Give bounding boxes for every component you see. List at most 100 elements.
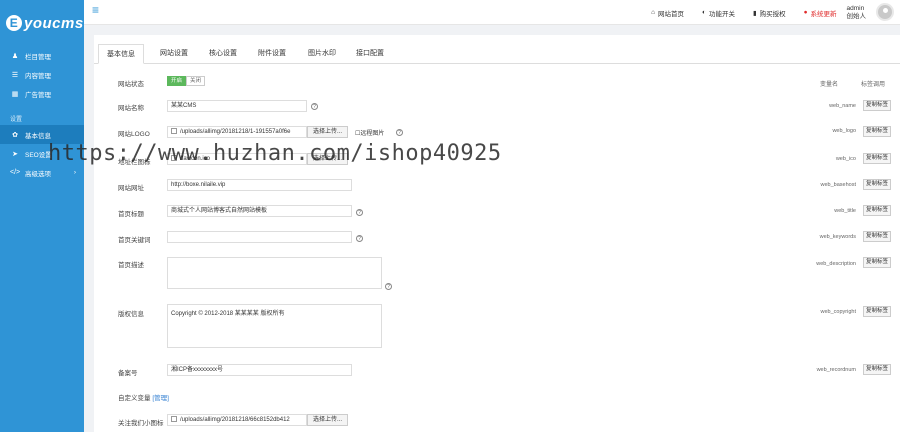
tab-attachment-settings[interactable]: 附件设置 [250, 44, 294, 64]
site-status-switch[interactable]: 开启 关闭 [167, 76, 206, 86]
tab-watermark[interactable]: 图片水印 [300, 44, 344, 64]
var-description: web_description [816, 261, 856, 267]
tab-bar: 基本信息 网站设置 核心设置 附件设置 图片水印 接口配置 [94, 44, 900, 64]
site-name-input[interactable]: 某某CMS [167, 100, 307, 112]
copy-tag-button[interactable]: 复制标签 [863, 205, 891, 216]
site-url-label: 网站网址 [118, 185, 144, 192]
var-recordnum: web_recordnum [816, 367, 856, 373]
var-copyright: web_copyright [820, 309, 856, 315]
copy-tag-button[interactable]: 复制标签 [863, 306, 891, 317]
sidebar-item-advanced[interactable]: </> 高级选项 › [0, 163, 84, 182]
sitemap-icon: ♟ [11, 52, 19, 60]
help-icon[interactable]: ? [396, 129, 403, 136]
copyright-label: 版权信息 [118, 311, 144, 318]
file-icon [171, 155, 177, 161]
remote-image-label: 远程图片 [360, 131, 385, 137]
sidebar-nav: ♟ 栏目管理 ☰ 内容管理 ▦ 广告管理 设置 ✿ 基本信息 ➤ SEO设置 </> 高级选… [0, 46, 84, 182]
custom-vars-label: 自定义变量 [管理] [118, 392, 169, 402]
user-role: 创始人 [846, 12, 867, 20]
site-logo-input[interactable]: /uploads/allimg/20181218/1-191557a0f6e [167, 126, 307, 138]
call-column-header: 标签调用 [861, 82, 886, 88]
copy-tag-button[interactable]: 复制标签 [863, 126, 891, 137]
brand-logo[interactable]: E youcms [0, 0, 84, 46]
sidebar-item-ads[interactable]: ▦ 广告管理 [0, 84, 84, 103]
site-ico-input[interactable]: /favicon.ico [167, 153, 307, 165]
list-icon: ☰ [11, 71, 19, 79]
home-description-textarea[interactable] [167, 257, 382, 289]
top-links: ⌂ 网站首页 ◐ 功能开关 ▮ 购买授权 ● 系统更新 admin 创始人 [651, 0, 866, 25]
file-icon [171, 416, 177, 422]
var-keywords: web_keywords [819, 234, 856, 240]
home-keywords-input[interactable] [167, 231, 352, 243]
help-icon[interactable]: ? [356, 235, 363, 242]
sidebar-item-column[interactable]: ♟ 栏目管理 [0, 46, 84, 65]
help-icon[interactable]: ? [311, 103, 318, 110]
copy-tag-button[interactable]: 复制标签 [863, 364, 891, 375]
copy-tag-button[interactable]: 复制标签 [863, 231, 891, 242]
sidebar-item-label: 高级选项 [25, 170, 51, 178]
site-logo-label: 网站LOGO [118, 131, 150, 138]
system-update-label: 系统更新 [810, 10, 837, 18]
home-link-label: 网站首页 [658, 10, 685, 18]
user-info[interactable]: admin 创始人 [847, 5, 867, 21]
sidebar-section-title: 设置 [10, 116, 23, 123]
home-icon: ⌂ [651, 9, 656, 16]
ico-upload-button[interactable]: 选择上传... [307, 153, 349, 165]
chevron-right-icon: › [73, 169, 76, 176]
sidebar-item-seo[interactable]: ➤ SEO设置 [0, 144, 84, 163]
tab-site-settings[interactable]: 网站设置 [152, 44, 196, 64]
buy-license-link[interactable]: ▮ 购买授权 [753, 8, 786, 18]
site-status-label: 网站状态 [118, 81, 144, 88]
recordnum-input[interactable]: 湘ICP备xxxxxxxx号 [167, 364, 352, 376]
file-icon [171, 128, 177, 134]
feature-switch-link[interactable]: ◐ 功能开关 [702, 8, 735, 18]
sidebar: E youcms ♟ 栏目管理 ☰ 内容管理 ▦ 广告管理 设置 ✿ 基本信息 ➤ SEO… [0, 0, 84, 432]
wechat-upload-button[interactable]: 选择上传... [307, 414, 349, 426]
var-column-header: 变量名 [820, 82, 839, 88]
var-name: web_name [829, 103, 856, 109]
site-logo-path: /uploads/allimg/20181218/1-191557a0f6e [180, 129, 291, 135]
copyright-textarea[interactable]: Copyright © 2012-2018 某某某某 版权所有 [167, 304, 382, 348]
feature-switch-label: 功能开关 [708, 10, 735, 18]
status-on-option[interactable]: 开启 [167, 76, 187, 86]
remote-image-option[interactable]: ☐远程图片 [355, 128, 384, 137]
menu-toggle-icon[interactable]: ≡ [92, 4, 99, 16]
home-description-label: 首页描述 [118, 262, 144, 269]
logo-mark: E [6, 15, 22, 31]
sidebar-item-content[interactable]: ☰ 内容管理 [0, 65, 84, 84]
site-ico-label: 地址栏图标 [118, 159, 151, 166]
logo-text: youcms [24, 14, 84, 32]
wechat-icon-label: 关注我们小图标 [118, 420, 164, 427]
status-off-option[interactable]: 关闭 [186, 76, 206, 86]
wechat-icon-input[interactable]: /uploads/allimg/20181218/66c8152db412 [167, 414, 307, 426]
site-ico-path: /favicon.ico [180, 156, 211, 162]
var-logo: web_logo [832, 128, 856, 134]
sidebar-item-label: SEO设置 [25, 151, 52, 159]
tab-core-settings[interactable]: 核心设置 [201, 44, 245, 64]
manage-link[interactable]: [管理] [152, 395, 169, 402]
toggle-icon: ◐ [702, 9, 706, 16]
custom-vars-text: 自定义变量 [118, 395, 151, 402]
logo-upload-button[interactable]: 选择上传... [307, 126, 349, 138]
system-update-link[interactable]: ● 系统更新 [804, 8, 837, 18]
home-title-label: 首页标题 [118, 211, 144, 218]
wechat-icon-path: /uploads/allimg/20181218/66c8152db412 [180, 417, 290, 423]
copy-tag-button[interactable]: 复制标签 [863, 257, 891, 268]
copy-tag-button[interactable]: 复制标签 [863, 100, 891, 111]
tab-api-config[interactable]: 接口配置 [348, 44, 392, 64]
gear-icon: ✿ [12, 131, 18, 139]
copy-tag-button[interactable]: 复制标签 [863, 153, 891, 164]
bookmark-icon: ▮ [752, 9, 757, 17]
avatar[interactable] [876, 3, 894, 21]
sidebar-item-label: 基本信息 [25, 132, 51, 140]
tab-basic-info[interactable]: 基本信息 [98, 44, 144, 64]
site-url-input[interactable]: http://boxe.nilaile.vip [167, 179, 352, 191]
home-link[interactable]: ⌂ 网站首页 [651, 8, 684, 18]
sidebar-item-basic-info[interactable]: ✿ 基本信息 [0, 125, 84, 144]
var-title: web_title [834, 208, 856, 214]
site-name-label: 网站名称 [118, 105, 144, 112]
copy-tag-button[interactable]: 复制标签 [863, 179, 891, 190]
home-title-input[interactable]: 商城式个人网站博客式自然网站模板 [167, 205, 352, 217]
help-icon[interactable]: ? [385, 283, 392, 290]
help-icon[interactable]: ? [356, 209, 363, 216]
